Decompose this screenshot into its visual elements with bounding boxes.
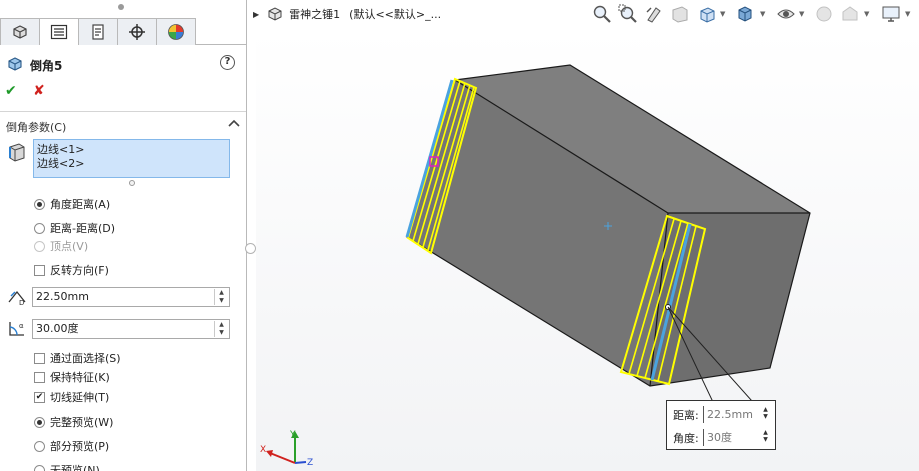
- checkbox-label: 切线延伸(T): [50, 391, 110, 404]
- tab-property-manager[interactable]: [39, 18, 79, 45]
- graphics-viewport[interactable]: X Y Z: [256, 30, 919, 471]
- checkbox-label: 保持特征(K): [50, 371, 110, 384]
- radio-label: 无预览(N): [50, 464, 100, 471]
- tab-feature-manager[interactable]: [0, 18, 40, 45]
- radio-button[interactable]: [34, 440, 45, 452]
- radio-button[interactable]: [34, 198, 45, 210]
- radio-vertex: 顶点(V): [34, 238, 88, 254]
- callout-angle-input[interactable]: 30度: [703, 429, 761, 446]
- expand-arrow-icon[interactable]: ▶: [253, 10, 259, 19]
- panel-resize-handle[interactable]: [245, 243, 256, 254]
- crosshair-icon: [129, 24, 145, 40]
- callout-distance-input[interactable]: 22.5mm: [703, 406, 761, 423]
- checkbox[interactable]: [34, 264, 45, 276]
- radio-distance-distance[interactable]: 距离-距离(D): [34, 220, 115, 236]
- feature-tree-icon: [13, 25, 27, 39]
- chevron-down-icon[interactable]: ▼: [760, 10, 765, 18]
- part-icon: [268, 7, 282, 21]
- callout-angle-stepper[interactable]: ▲ ▼: [761, 429, 770, 443]
- chamfer-feature-icon: [8, 57, 22, 71]
- manager-tabs: [0, 18, 246, 45]
- panel-grip[interactable]: [118, 4, 124, 10]
- callout-angle-label: 角度:: [673, 431, 699, 445]
- svg-text:α: α: [19, 322, 24, 330]
- checkbox-tangent-propagation[interactable]: ✔ 切线延伸(T): [34, 389, 109, 405]
- distance-icon: D: [8, 290, 26, 306]
- color-wheel-icon: [168, 24, 184, 40]
- radio-label: 距离-距离(D): [50, 222, 116, 235]
- display-style-icon[interactable]: [734, 3, 756, 25]
- checkbox-keep-features[interactable]: 保持特征(K): [34, 369, 110, 385]
- zoom-area-icon[interactable]: [617, 3, 639, 25]
- property-list-icon: [50, 24, 68, 40]
- zoom-to-fit-icon[interactable]: [591, 3, 613, 25]
- checkbox-select-through-faces[interactable]: 通过面选择(S): [34, 350, 121, 366]
- hide-show-items-icon[interactable]: [775, 3, 797, 25]
- radio-label: 角度距离(A): [50, 198, 111, 211]
- list-item[interactable]: 边线<2>: [37, 157, 229, 171]
- tab-dimxpert-manager[interactable]: [117, 18, 157, 45]
- chevron-down-icon[interactable]: ▼: [720, 10, 725, 18]
- help-icon[interactable]: ?: [220, 55, 235, 70]
- edge-selection-icon: [9, 143, 25, 162]
- radio-button[interactable]: [34, 416, 45, 428]
- ok-button[interactable]: ✔: [5, 83, 17, 99]
- configuration-icon: [92, 24, 104, 40]
- checkbox[interactable]: [34, 352, 45, 364]
- property-manager-panel: 倒角5 ? ✔ ✘ 倒角参数(C) 边线<1> 边线<2> 角度距离(A) 距离…: [0, 0, 247, 471]
- list-item[interactable]: 边线<1>: [37, 143, 229, 157]
- radio-button: [34, 240, 45, 252]
- chevron-down-icon[interactable]: ▼: [864, 10, 869, 18]
- svg-text:Y: Y: [289, 430, 296, 440]
- callout-distance-label: 距离:: [673, 408, 699, 422]
- angle-icon: α: [9, 322, 24, 336]
- checkbox-flip-direction[interactable]: 反转方向(F): [34, 262, 109, 278]
- feature-title: 倒角5: [30, 59, 63, 73]
- model-view: X Y Z: [256, 30, 919, 471]
- svg-text:X: X: [260, 445, 266, 455]
- chevron-up-icon[interactable]: [228, 118, 240, 128]
- list-resize-handle[interactable]: [129, 180, 135, 186]
- checkbox-label: 反转方向(F): [50, 264, 109, 277]
- checkbox[interactable]: [34, 371, 45, 383]
- checkbox[interactable]: ✔: [34, 391, 45, 403]
- section-title-chamfer-parameters: 倒角参数(C): [6, 121, 67, 134]
- edit-appearance-icon[interactable]: [813, 3, 835, 25]
- document-name: 雷神之锤1: [289, 8, 341, 21]
- distance-stepper[interactable]: ▲ ▼: [214, 289, 228, 305]
- apply-scene-icon[interactable]: [839, 3, 861, 25]
- radio-angle-distance[interactable]: 角度距离(A): [34, 196, 110, 212]
- radio-label: 顶点(V): [50, 240, 89, 253]
- radio-full-preview[interactable]: 完整预览(W): [34, 414, 113, 430]
- dimension-callout[interactable]: 距离: 22.5mm ▲ ▼ 角度: 30度 ▲ ▼: [666, 400, 776, 450]
- cancel-button[interactable]: ✘: [33, 83, 45, 99]
- chevron-down-icon[interactable]: ▼: [905, 10, 910, 18]
- svg-text:D: D: [19, 299, 24, 306]
- view-settings-icon[interactable]: [880, 3, 902, 25]
- edge-selection-list[interactable]: 边线<1> 边线<2>: [33, 139, 230, 178]
- view-orientation-icon[interactable]: [696, 3, 718, 25]
- angle-stepper[interactable]: ▲ ▼: [214, 321, 228, 337]
- distance-input[interactable]: 22.50mm ▲ ▼: [32, 287, 230, 307]
- radio-button[interactable]: [34, 464, 45, 471]
- chevron-down-icon[interactable]: ▼: [799, 10, 804, 18]
- radio-label: 完整预览(W): [50, 416, 114, 429]
- section-view-icon[interactable]: [669, 3, 691, 25]
- callout-distance-stepper[interactable]: ▲ ▼: [761, 406, 770, 420]
- previous-view-icon[interactable]: [643, 3, 665, 25]
- breadcrumb[interactable]: ▶ 雷神之锤1 (默认<<默认>_...: [253, 6, 441, 22]
- radio-button[interactable]: [34, 222, 45, 234]
- angle-value: 30.00度: [36, 322, 79, 335]
- distance-value: 22.50mm: [36, 290, 89, 303]
- section-divider: [0, 111, 246, 112]
- tab-configuration-manager[interactable]: [78, 18, 118, 45]
- checkbox-label: 通过面选择(S): [50, 352, 121, 365]
- angle-input[interactable]: 30.00度 ▲ ▼: [32, 319, 230, 339]
- radio-label: 部分预览(P): [50, 440, 110, 453]
- tab-display-manager[interactable]: [156, 18, 196, 45]
- radio-no-preview[interactable]: 无预览(N): [34, 462, 100, 471]
- configuration-name: (默认<<默认>_...: [349, 8, 442, 21]
- svg-text:Z: Z: [307, 458, 313, 468]
- radio-partial-preview[interactable]: 部分预览(P): [34, 438, 109, 454]
